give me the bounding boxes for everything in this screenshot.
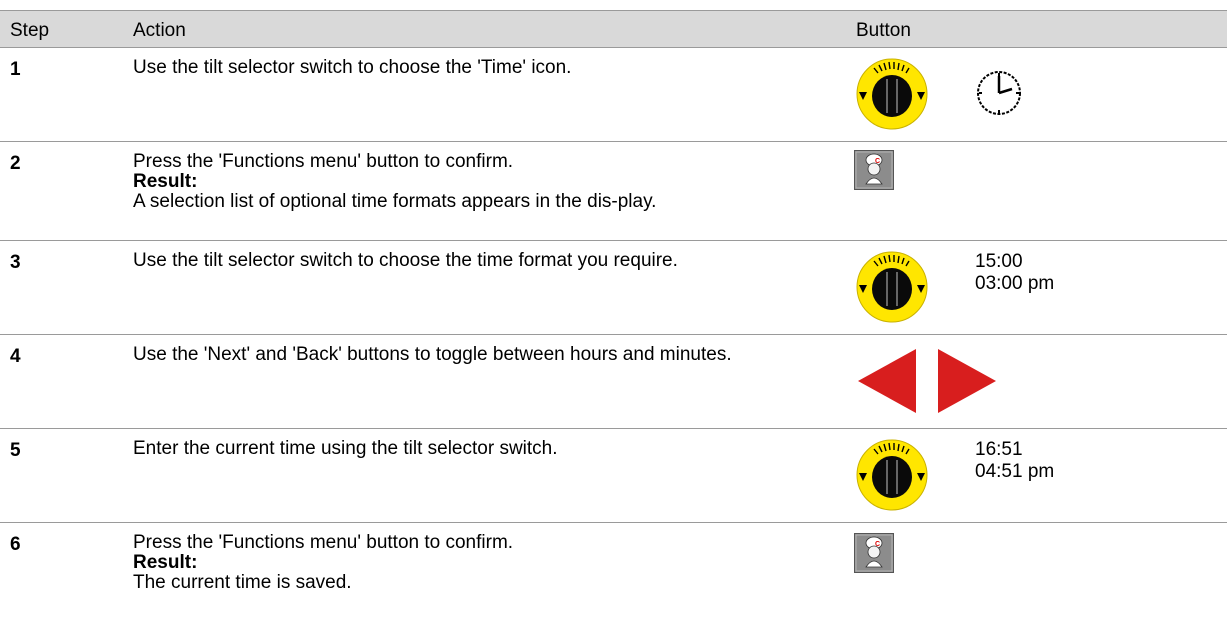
tilt-selector-switch-icon: [856, 249, 928, 325]
time-format-12h: 03:00 pm: [975, 273, 1055, 294]
result-text: A selection list of optional time format…: [133, 191, 657, 212]
table-row: 4 Use the 'Next' and 'Back' buttons to t…: [0, 335, 1227, 429]
time-format-24h: 15:00: [975, 251, 1023, 272]
table-row: 1 Use the tilt selector switch to choose…: [0, 48, 1227, 142]
step-action: Enter the current time using the tilt se…: [133, 438, 558, 459]
action-text: Press the 'Functions menu' button to con…: [133, 532, 514, 553]
step-number: 4: [10, 346, 21, 367]
tilt-selector-switch-icon: [856, 437, 928, 513]
step-number: 5: [10, 440, 21, 461]
back-button-icon: [858, 349, 916, 413]
header-button: Button: [856, 20, 911, 41]
step-action: Use the tilt selector switch to choose t…: [133, 57, 572, 78]
table-row: 3 Use the tilt selector switch to choose…: [0, 241, 1227, 335]
step-action: Press the 'Functions menu' button to con…: [133, 533, 823, 593]
step-number: 3: [10, 252, 21, 273]
svg-text:C: C: [875, 158, 880, 165]
clock-icon: [975, 68, 1023, 118]
current-time-12h: 04:51 pm: [975, 461, 1055, 482]
result-text: The current time is saved.: [133, 572, 352, 593]
result-label: Result:: [133, 552, 198, 573]
step-action: Use the tilt selector switch to choose t…: [133, 250, 678, 271]
action-text: Press the 'Functions menu' button to con…: [133, 151, 514, 172]
current-time-24h: 16:51: [975, 439, 1023, 460]
tilt-selector-switch-icon: [856, 56, 928, 132]
next-button-icon: [938, 349, 996, 413]
step-action: Press the 'Functions menu' button to con…: [133, 152, 823, 212]
step-number: 6: [10, 534, 21, 555]
step-number: 1: [10, 59, 21, 80]
functions-menu-button-icon: C: [854, 150, 894, 190]
table-header: Step Action Button: [0, 10, 1227, 48]
functions-menu-button-icon: C: [854, 533, 894, 573]
svg-text:C: C: [875, 541, 880, 548]
header-action: Action: [133, 20, 186, 41]
step-action: Use the 'Next' and 'Back' buttons to tog…: [133, 344, 732, 365]
result-label: Result:: [133, 171, 198, 192]
table-row: 2 Press the 'Functions menu' button to c…: [0, 142, 1227, 241]
step-number: 2: [10, 153, 21, 174]
table-row: 5 Enter the current time using the tilt …: [0, 429, 1227, 523]
header-step: Step: [10, 20, 50, 41]
table-row: 6 Press the 'Functions menu' button to c…: [0, 523, 1227, 641]
